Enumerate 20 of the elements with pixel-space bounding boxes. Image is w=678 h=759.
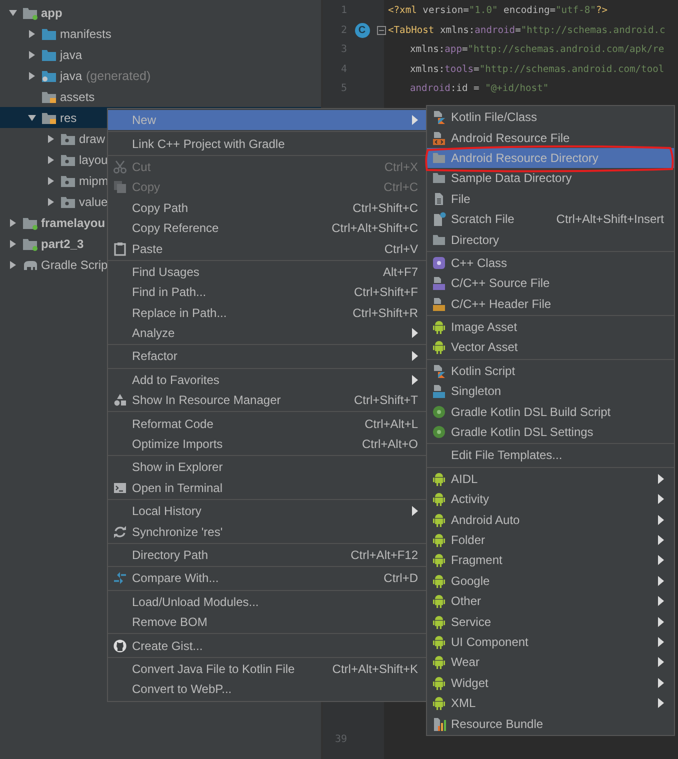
tree-label-hint: (generated) [86,68,151,82]
tree-label: framelayou [41,216,106,230]
tree-label: res [60,110,77,124]
tree-label: value [79,194,108,208]
tree-label: layou [79,152,108,166]
tree-label: app [41,6,62,20]
tree-label: assets [60,90,95,104]
tree-label: Gradle Scrip [41,258,108,272]
tree-label: java [60,48,82,62]
code-text: <?xml version="1.0" encoding="utf-8"?> [387,5,608,16]
tree-label: java [60,68,82,82]
tree-label: draw [79,132,106,146]
code-text: <TabHost xmlns:android="http://schemas.android.c [387,24,666,36]
tree-label: mipm [79,174,108,188]
tree-label: part2_3 [41,236,84,250]
tree-label: manifests [60,26,112,40]
code-text: xmlns:app="http://schemas.android.com/apk/re [409,44,664,56]
code-text: android:id = "@+id/host" [409,83,549,94]
code-text: xmlns:tools="http://schemas.android.com/tool [409,64,664,75]
class-badge: C [354,22,370,38]
